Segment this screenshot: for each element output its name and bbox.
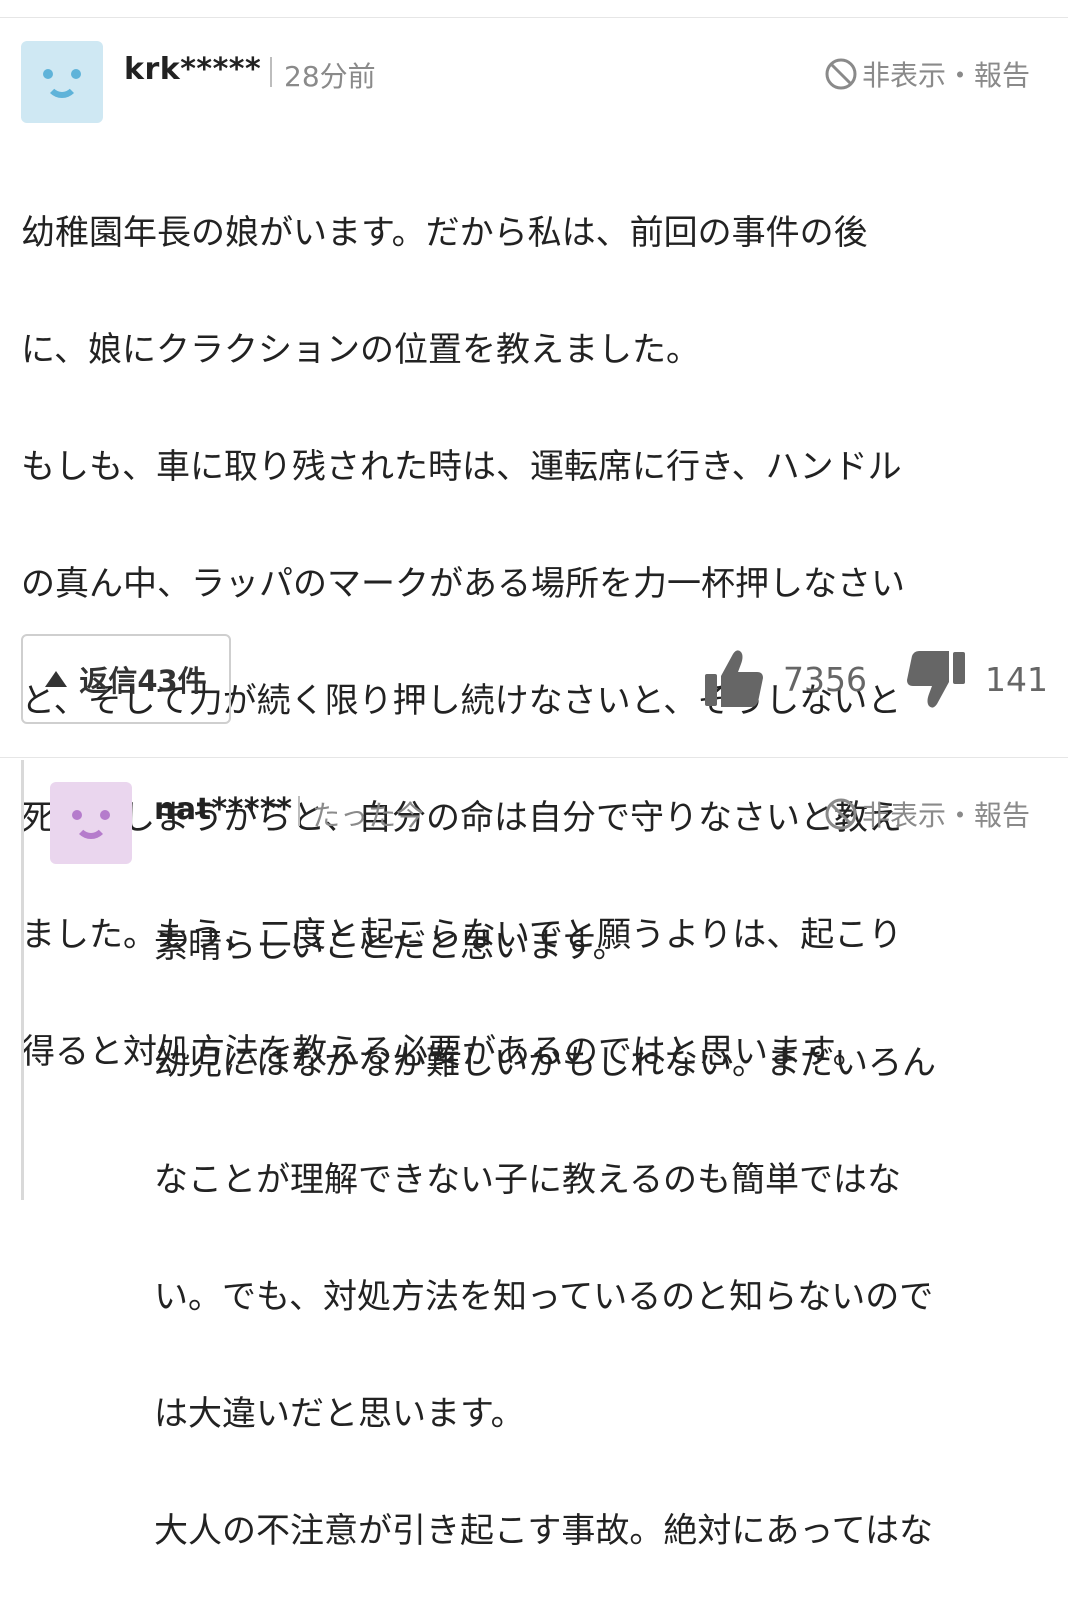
dislike-button[interactable]: 141 — [905, 648, 1048, 710]
comment-time: 28分前 — [284, 60, 376, 93]
reply-body-line: は大違いだと思います。 — [154, 1393, 525, 1434]
reply-time: たった今 — [312, 799, 425, 832]
comment-body-line: の真ん中、ラッパのマークがある場所を力一杯押しなさい — [21, 563, 905, 604]
reply-username[interactable]: nat***** — [154, 792, 292, 827]
reply-body-line: 素晴らしいことだと思います。 — [154, 925, 627, 966]
prohibited-icon — [825, 58, 857, 90]
like-count: 7356 — [783, 659, 867, 699]
reply-body-line: なことが理解できない子に教えるのも簡単ではな — [154, 1159, 901, 1200]
thumbs-up-icon — [705, 650, 763, 707]
comment-username[interactable]: krk***** — [124, 52, 261, 87]
comment-body-line: に、娘にクラクションの位置を教えました。 — [21, 329, 700, 370]
avatar-eye — [71, 69, 81, 79]
dislike-count: 141 — [985, 659, 1048, 699]
header-separator — [298, 796, 300, 826]
show-replies-button[interactable]: 返信43件 — [21, 634, 231, 724]
comment-body-line: もしも、車に取り残された時は、運転席に行き、ハンドル — [21, 446, 902, 487]
hide-report-label: 非表示・報告 — [862, 799, 1031, 832]
like-button[interactable]: 7356 — [703, 648, 867, 710]
reply-thread-bar — [21, 760, 24, 1200]
show-replies-label: 返信43件 — [79, 664, 207, 698]
comment-body-line: 幼稚園年長の娘がいます。だから私は、前回の事件の後 — [21, 212, 868, 253]
reply-hide-report-link[interactable]: 非表示・報告 — [824, 794, 1030, 834]
avatar[interactable] — [21, 41, 103, 123]
header-separator — [270, 57, 272, 87]
reply-body: 素晴らしいことだと思います。 幼児にはなかなか難しいかもしれない。まだいろん な… — [154, 858, 936, 1619]
avatar-eye — [72, 810, 82, 820]
hide-report-label: 非表示・報告 — [862, 59, 1031, 92]
reply-avatar[interactable] — [50, 782, 132, 864]
reply-body-line: い。でも、対処方法を知っているのと知らないので — [154, 1276, 934, 1317]
thumbs-down-icon — [907, 651, 965, 708]
reply-body-line: 大人の不注意が引き起こす事故。絶対にあってはな — [154, 1510, 933, 1551]
avatar-mouth — [74, 822, 108, 839]
avatar-mouth — [45, 81, 79, 98]
hide-report-link[interactable]: 非表示・報告 — [824, 54, 1030, 94]
avatar-eye — [43, 69, 53, 79]
comment-divider — [0, 757, 1068, 758]
reply-body-line: 幼児にはなかなか難しいかもしれない。まだいろん — [154, 1042, 936, 1083]
prohibited-icon — [825, 798, 857, 830]
triangle-up-icon — [45, 671, 68, 687]
top-divider — [0, 17, 1068, 18]
avatar-eye — [100, 810, 110, 820]
